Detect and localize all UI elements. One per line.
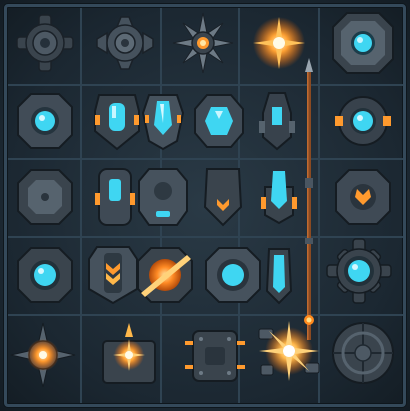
octagon-cyan-faceted[interactable]	[186, 88, 252, 154]
icon-sheet	[0, 0, 410, 411]
spiked-star-icon	[172, 12, 234, 74]
chevron-shield-icon	[203, 168, 243, 227]
torch-icon	[102, 323, 156, 384]
gear-icon	[16, 14, 74, 72]
rune-icon	[335, 169, 391, 225]
octagon-cyan-round[interactable]	[12, 242, 78, 308]
octagon-cyan-gem-badge[interactable]	[330, 10, 396, 76]
spiked-star-core[interactable]	[170, 10, 236, 76]
cog-icon	[96, 16, 154, 70]
gear-emblem-cross[interactable]	[92, 10, 158, 76]
gear-emblem-dark[interactable]	[12, 10, 78, 76]
explosion-icon	[258, 321, 320, 381]
capsule-icon	[265, 248, 293, 305]
flame-torch-star[interactable]	[96, 322, 162, 388]
segmented-disc-plate[interactable]	[330, 320, 396, 386]
grid-seam	[8, 158, 403, 160]
plate-icon	[17, 169, 73, 225]
grid-seam	[8, 84, 403, 86]
bolt-cyan-slot[interactable]	[244, 88, 310, 154]
gear-cyan-core-large[interactable]	[326, 238, 392, 304]
amber-ring-icon	[335, 96, 391, 146]
core-gear-icon	[326, 238, 392, 304]
faceted-gem-icon	[194, 94, 244, 148]
octagon-cyan-gem[interactable]	[12, 88, 78, 154]
burst-icon	[253, 17, 305, 69]
disc-icon	[332, 322, 394, 384]
bolt-icon	[259, 92, 295, 151]
flame-orb-icon	[137, 247, 193, 303]
flaming-orb-slash[interactable]	[132, 242, 198, 308]
shield-cyan-tall[interactable]	[246, 164, 312, 230]
spiked-sun-compass[interactable]	[10, 322, 76, 388]
tall-gem-icon	[261, 171, 297, 225]
burning-star-glow[interactable]	[246, 10, 312, 76]
slot-shield-icon	[138, 168, 188, 226]
round-cyan-gem-amber[interactable]	[330, 88, 396, 154]
octagon-amber-rune[interactable]	[330, 164, 396, 230]
grid-seam	[8, 314, 403, 316]
gem-icon	[17, 93, 73, 149]
riveted-box-plate[interactable]	[182, 322, 248, 388]
box-plate-icon	[185, 330, 245, 382]
octagon-plain-plate[interactable]	[12, 164, 78, 230]
crest-icon	[141, 94, 185, 151]
mechanical-explosion[interactable]	[256, 318, 322, 384]
gem-badge-icon	[332, 12, 394, 74]
round-gem-icon	[17, 247, 73, 303]
capsule-cyan-slim[interactable]	[246, 242, 312, 308]
compass-icon	[10, 322, 76, 388]
shield-cyan-lower-slot[interactable]	[130, 164, 196, 230]
